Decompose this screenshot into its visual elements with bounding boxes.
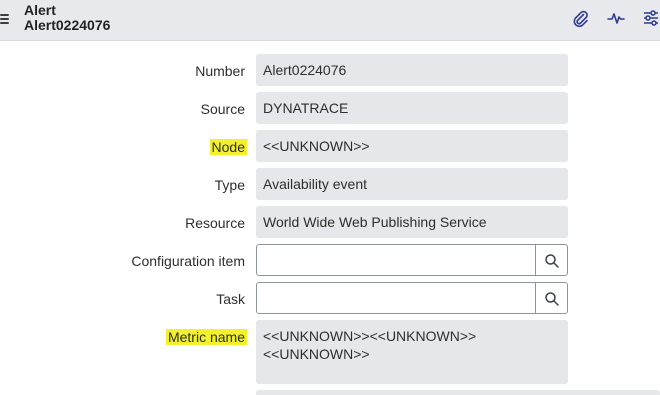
metric-name-value-line2: <<UNKNOWN>> [263,346,370,362]
paperclip-icon[interactable] [570,8,590,28]
search-icon [545,254,559,268]
type-label: Type [214,177,245,193]
activity-icon[interactable] [606,8,626,28]
configuration-item-lookup-button[interactable] [535,244,568,276]
node-field: <<UNKNOWN>> [256,130,568,162]
record-title: Alert Alert0224076 [24,3,110,33]
metric-name-label: Metric name [165,329,247,345]
resource-label: Resource [185,215,245,231]
task-input[interactable] [256,282,536,314]
source-label: Source [200,101,245,117]
metric-name-value-line1: <<UNKNOWN>><<UNKNOWN>> [263,328,477,344]
menu-icon[interactable] [0,12,11,26]
table-title: Alert [24,2,56,18]
configuration-item-label: Configuration item [131,253,245,269]
form-header: Alert Alert0224076 [0,0,660,41]
metric-name-field: <<UNKNOWN>><<UNKNOWN>> <<UNKNOWN>> [256,320,568,384]
number-label: Number [195,63,245,79]
task-lookup-button[interactable] [535,282,568,314]
number-field: Alert0224076 [256,54,568,86]
search-icon [545,292,559,306]
record-number-title: Alert0224076 [24,17,111,33]
source-field: DYNATRACE [256,92,568,124]
node-label: Node [209,139,247,155]
type-field: Availability event [256,168,568,200]
task-label: Task [216,291,245,307]
resource-field: World Wide Web Publishing Service [256,206,568,238]
settings-sliders-icon[interactable] [641,8,660,28]
configuration-item-input[interactable] [256,244,536,276]
next-field-edge [256,390,660,395]
